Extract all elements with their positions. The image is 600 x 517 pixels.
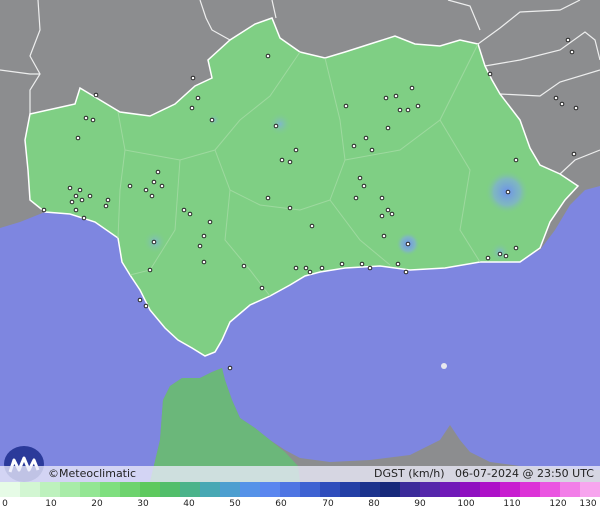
scale-swatch <box>540 482 560 497</box>
scale-tick: 30 <box>137 499 149 509</box>
scale-tick: 80 <box>368 499 380 509</box>
scale-swatch <box>480 482 500 497</box>
gust-map <box>0 0 600 517</box>
scale-swatch <box>160 482 180 497</box>
scale-swatch <box>120 482 140 497</box>
time-label: 23:50 UTC <box>536 467 594 480</box>
info-bar: ©Meteoclimatic DGST (km/h) 06-07-2024 @ … <box>0 466 600 482</box>
scale-tick: 90 <box>414 499 426 509</box>
scale-tick: 70 <box>322 499 334 509</box>
scale-swatch <box>80 482 100 497</box>
scale-swatch <box>560 482 580 497</box>
scale-swatch <box>220 482 240 497</box>
scale-tick: 100 <box>457 499 475 509</box>
scale-tick: 40 <box>183 499 195 509</box>
scale-tick: 20 <box>91 499 103 509</box>
scale-swatch <box>40 482 60 497</box>
scale-swatch <box>400 482 420 497</box>
scale-swatch <box>60 482 80 497</box>
color-scale: 0 10 20 30 40 50 60 70 80 90 100 110 120… <box>0 482 600 517</box>
scale-swatch <box>300 482 320 497</box>
scale-swatch <box>140 482 160 497</box>
scale-swatch <box>460 482 480 497</box>
date-label: 06-07-2024 <box>455 467 519 480</box>
scale-swatch <box>20 482 40 497</box>
scale-swatch <box>380 482 400 497</box>
scale-swatch <box>240 482 260 497</box>
scale-tick: 130 <box>579 499 597 509</box>
scale-swatch <box>280 482 300 497</box>
copyright-symbol: © <box>48 467 59 480</box>
scale-tick: 0 <box>2 499 8 509</box>
variable-label: DGST (km/h) <box>374 467 445 480</box>
brand-label: ©Meteoclimatic <box>48 467 136 480</box>
scale-tick: 60 <box>275 499 287 509</box>
scale-tick: 120 <box>549 499 567 509</box>
scale-swatch <box>440 482 460 497</box>
scale-swatch <box>500 482 520 497</box>
scale-tick: 10 <box>45 499 57 509</box>
scale-swatch <box>320 482 340 497</box>
scale-swatch <box>420 482 440 497</box>
scale-tick: 110 <box>503 499 521 509</box>
brand-name: Meteoclimatic <box>59 467 137 480</box>
map-meta: DGST (km/h) 06-07-2024 @ 23:50 UTC <box>374 467 594 480</box>
islet <box>441 363 447 369</box>
scale-swatch <box>580 482 600 497</box>
scale-swatch <box>520 482 540 497</box>
scale-tick: 50 <box>229 499 241 509</box>
scale-swatch <box>340 482 360 497</box>
scale-swatch <box>100 482 120 497</box>
color-scale-bar <box>0 482 600 497</box>
at-symbol: @ <box>522 467 534 480</box>
scale-swatch <box>260 482 280 497</box>
scale-swatch <box>180 482 200 497</box>
scale-swatch <box>200 482 220 497</box>
scale-swatch <box>0 482 20 497</box>
scale-swatch <box>360 482 380 497</box>
